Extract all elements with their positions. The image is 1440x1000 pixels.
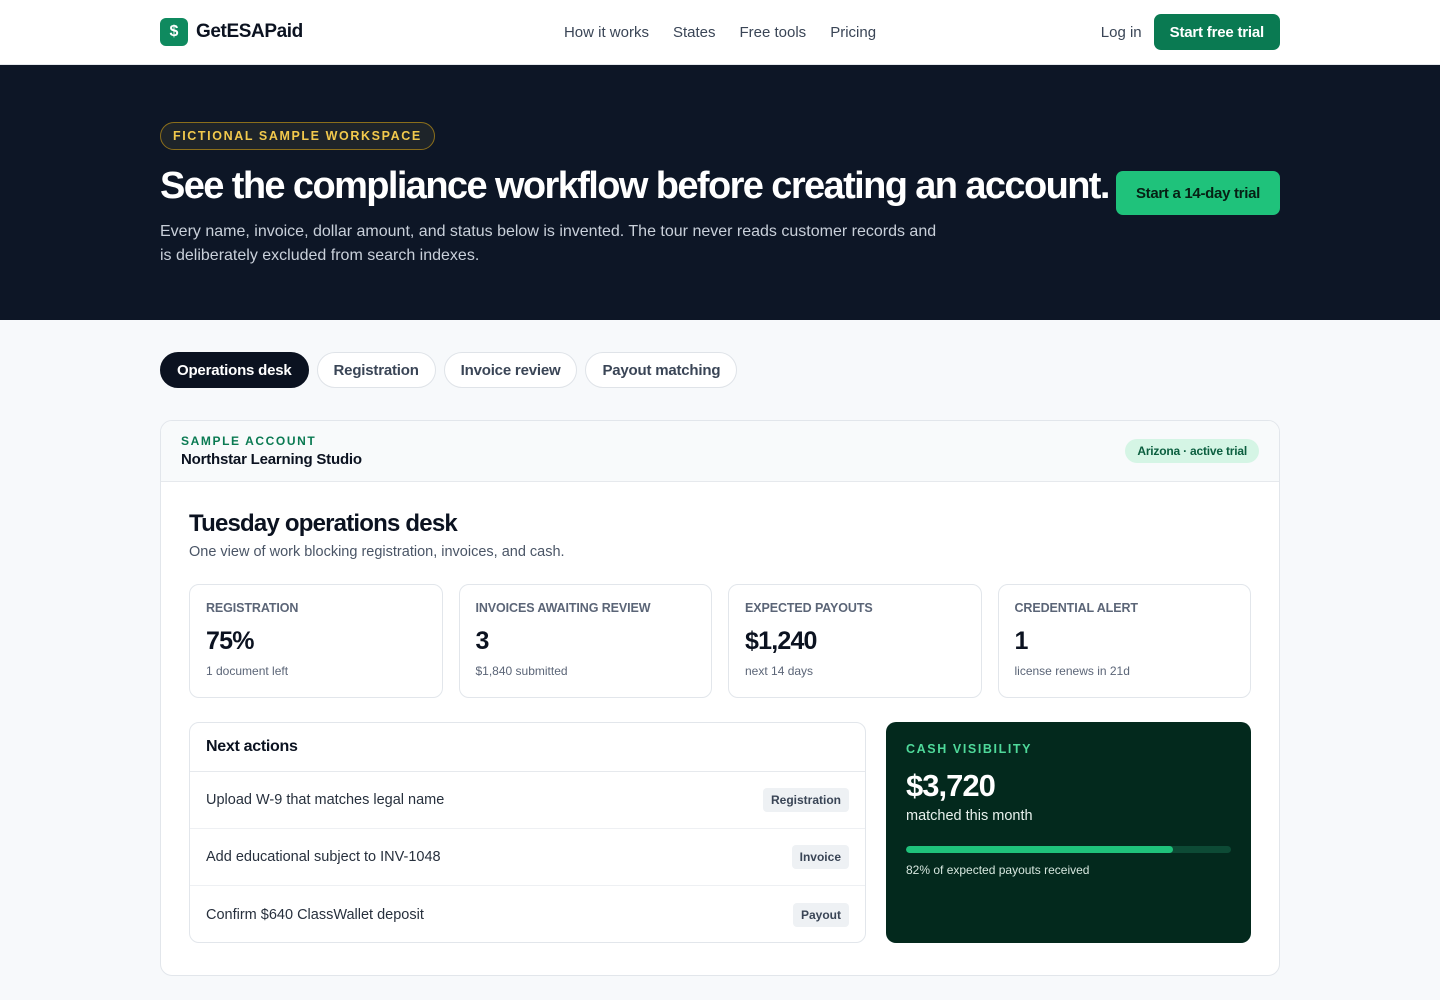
desk-title: Tuesday operations desk <box>189 510 458 537</box>
stat-registration: REGISTRATION 75% 1 document left <box>189 584 443 698</box>
payout-progress-fill <box>906 846 1173 853</box>
next-actions-panel: Next actions Upload W-9 that matches leg… <box>189 722 866 943</box>
hero-subtitle: Every name, invoice, dollar amount, and … <box>160 223 937 264</box>
cash-visibility-panel: CASH VISIBILITY $3,720 matched this mont… <box>886 722 1251 943</box>
stat-note: 1 document left <box>206 664 289 678</box>
dollar-icon: $ <box>160 18 188 46</box>
tab-registration[interactable]: Registration <box>316 352 436 388</box>
cash-subtitle: matched this month <box>906 808 1033 824</box>
cash-eyebrow: CASH VISIBILITY <box>906 742 1033 756</box>
nav-link-free-tools[interactable]: Free tools <box>739 24 806 41</box>
stat-label: REGISTRATION <box>206 601 299 615</box>
payout-progress-bar <box>906 846 1231 853</box>
next-actions-title: Next actions <box>190 723 865 772</box>
account-eyebrow: SAMPLE ACCOUNT <box>181 434 317 448</box>
stat-value: 75% <box>206 627 254 655</box>
stat-value: 1 <box>1014 627 1029 655</box>
login-link[interactable]: Log in <box>1101 24 1142 41</box>
start-trial-button[interactable]: Start a 14-day trial <box>1115 171 1280 215</box>
nav-link-pricing[interactable]: Pricing <box>830 24 876 41</box>
account-header: SAMPLE ACCOUNT Northstar Learning Studio… <box>161 421 1279 482</box>
tab-operations-desk[interactable]: Operations desk <box>160 352 309 388</box>
action-tag: Invoice <box>791 845 849 869</box>
nav-link-states[interactable]: States <box>673 24 716 41</box>
start-free-trial-button[interactable]: Start free trial <box>1153 14 1280 50</box>
nav-links: How it works States Free tools Pricing <box>564 24 876 41</box>
tab-invoice-review[interactable]: Invoice review <box>443 352 578 388</box>
stat-note: next 14 days <box>745 664 814 678</box>
stat-value: $1,240 <box>745 627 817 655</box>
stat-label: EXPECTED PAYOUTS <box>745 601 873 615</box>
status-badge: Arizona · active trial <box>1125 439 1259 463</box>
list-item[interactable]: Upload W-9 that matches legal name Regis… <box>190 772 865 829</box>
stat-note: $1,840 submitted <box>475 664 568 678</box>
stat-label: CREDENTIAL ALERT <box>1014 601 1139 615</box>
stat-value: 3 <box>475 627 490 655</box>
progress-note: 82% of expected payouts received <box>906 863 1090 877</box>
action-text: Confirm $640 ClassWallet deposit <box>206 906 424 923</box>
stat-expected-payouts: EXPECTED PAYOUTS $1,240 next 14 days <box>728 584 982 698</box>
main-content: Operations desk Registration Invoice rev… <box>160 320 1280 976</box>
account-name: Northstar Learning Studio <box>181 451 362 468</box>
stat-credential-alert: CREDENTIAL ALERT 1 license renews in 21d <box>997 584 1251 698</box>
list-item[interactable]: Add educational subject to INV-1048 Invo… <box>190 829 865 886</box>
nav-actions: Log in Start free trial <box>1101 14 1280 50</box>
action-tag: Payout <box>792 902 849 927</box>
hero: FICTIONAL SAMPLE WORKSPACE See the compl… <box>0 65 1440 320</box>
action-text: Upload W-9 that matches legal name <box>206 792 445 808</box>
stat-invoices-awaiting-review: INVOICES AWAITING REVIEW 3 $1,840 submit… <box>458 584 712 698</box>
cash-value: $3,720 <box>906 768 996 803</box>
tab-payout-matching[interactable]: Payout matching <box>585 352 738 388</box>
top-nav: $ GetESAPaid How it works States Free to… <box>0 0 1440 65</box>
desk-subtitle: One view of work blocking registration, … <box>189 544 565 560</box>
sample-workspace-badge: FICTIONAL SAMPLE WORKSPACE <box>160 122 435 150</box>
action-tag: Registration <box>762 788 849 812</box>
stats-row: REGISTRATION 75% 1 document left INVOICE… <box>189 584 1251 698</box>
tour-tabs: Operations desk Registration Invoice rev… <box>160 352 1280 388</box>
action-text: Add educational subject to INV-1048 <box>206 849 441 865</box>
brand-name: GetESAPaid <box>196 21 303 42</box>
hero-title: See the compliance workflow before creat… <box>160 165 1110 207</box>
nav-link-how-it-works[interactable]: How it works <box>564 24 649 41</box>
list-item[interactable]: Confirm $640 ClassWallet deposit Payout <box>190 886 865 942</box>
brand-logo[interactable]: $ GetESAPaid <box>160 18 303 46</box>
sample-account-card: SAMPLE ACCOUNT Northstar Learning Studio… <box>160 420 1280 976</box>
stat-note: license renews in 21d <box>1014 664 1130 678</box>
stat-label: INVOICES AWAITING REVIEW <box>475 601 651 615</box>
